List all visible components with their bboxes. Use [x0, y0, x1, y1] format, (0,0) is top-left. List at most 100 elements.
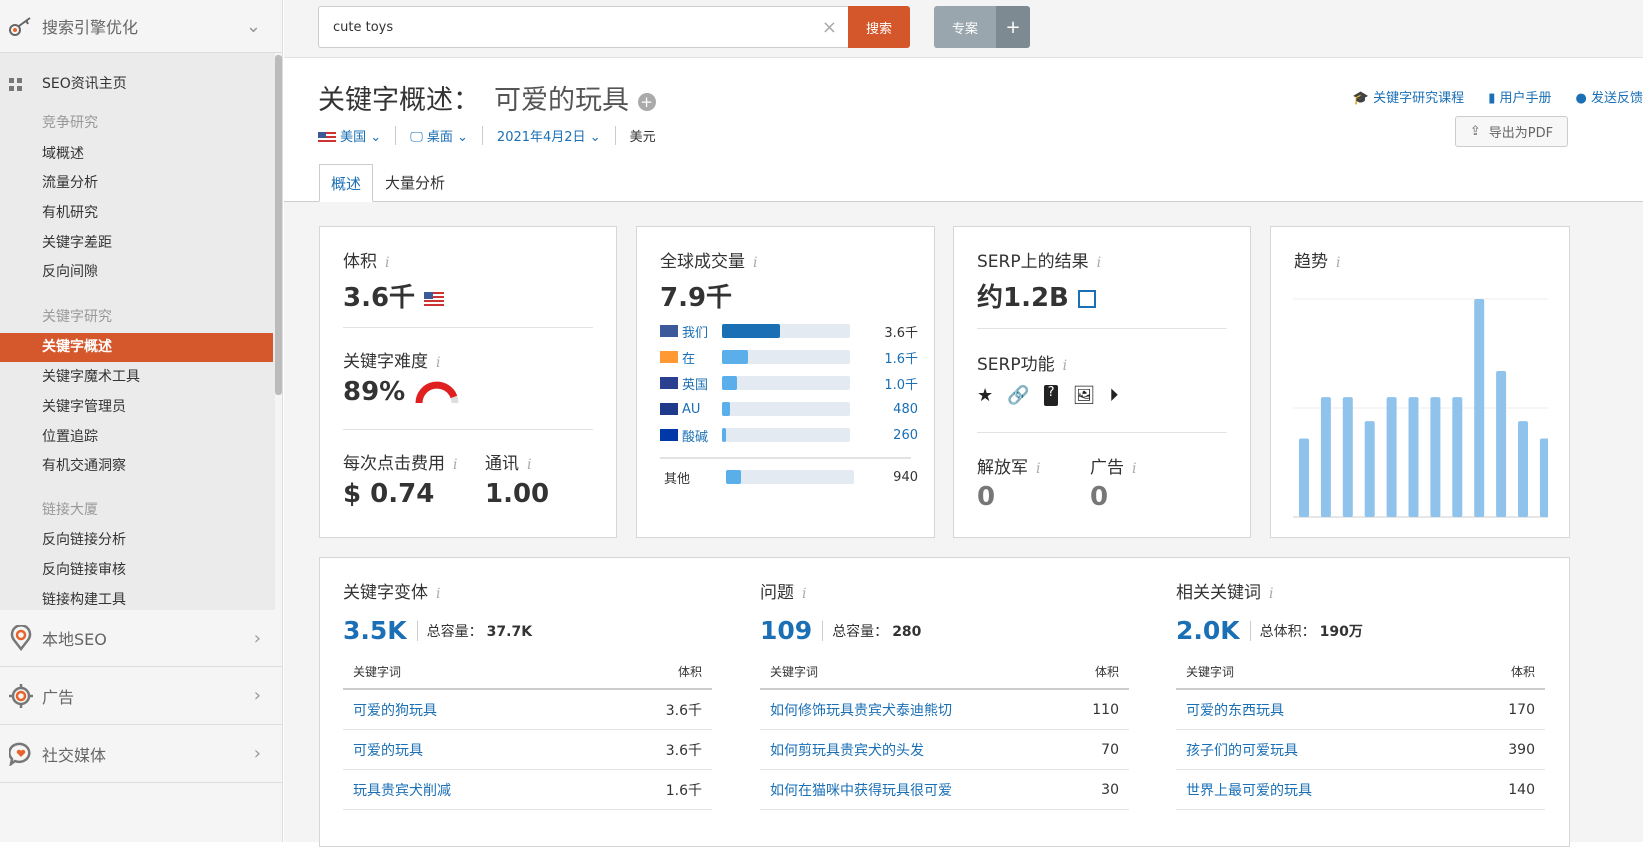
sidebar-item[interactable]: 流量分析	[42, 169, 98, 198]
country-row[interactable]: 在1.6千	[660, 347, 918, 367]
chat-heart-icon	[0, 742, 42, 766]
trend-bar[interactable]	[1518, 421, 1528, 517]
serp-view-icon[interactable]	[1078, 290, 1096, 308]
keyword-link[interactable]: 如何剪玩具贵宾犬的头发	[770, 740, 924, 760]
clear-icon[interactable]: ×	[822, 17, 837, 38]
tab-overview[interactable]: 概述	[319, 164, 373, 202]
sidebar-item-active[interactable]: 关键字概述	[0, 333, 273, 362]
sidebar-item[interactable]: 反向链接分析	[42, 526, 126, 555]
keyword-link[interactable]: 如何修饰玩具贵宾犬泰迪熊切	[770, 700, 952, 720]
trend-bar[interactable]	[1496, 371, 1506, 517]
course-link[interactable]: 🎓 关键字研究课程	[1353, 87, 1464, 106]
count-value[interactable]: 109	[760, 616, 812, 645]
keyword-link[interactable]: 如何在猫咪中获得玩具很可爱	[770, 780, 952, 800]
info-icon[interactable]: i	[1132, 461, 1136, 477]
sidebar-item[interactable]: 关键字管理员	[42, 393, 126, 422]
add-icon[interactable]: +	[638, 93, 656, 111]
sidebar-section-social[interactable]: 社交媒体 ›	[0, 725, 283, 783]
country-name: 英国	[682, 374, 722, 393]
project-button[interactable]: 专案	[934, 6, 996, 48]
link-label: 关键字研究课程	[1373, 91, 1464, 106]
info-icon[interactable]: i	[436, 355, 440, 371]
keyword-link[interactable]: 可爱的东西玩具	[1186, 700, 1284, 720]
keyword-link[interactable]: 世界上最可爱的玩具	[1186, 780, 1312, 800]
country-flag-icon	[660, 429, 678, 441]
search-value: cute toys	[333, 20, 393, 35]
sidebar-item-seo-home[interactable]: SEO资讯主页	[42, 70, 127, 99]
sidebar-section-label: 广告	[42, 684, 74, 708]
global-label: 全球成交量	[660, 252, 745, 272]
trend-bar[interactable]	[1299, 439, 1309, 517]
link-label: 发送反馈	[1591, 91, 1643, 106]
trend-bar[interactable]	[1540, 439, 1548, 517]
sidebar-section-seo[interactable]: 搜索引擎优化 ⌄	[0, 0, 283, 53]
link-label: 用户手册	[1499, 91, 1551, 106]
country-row[interactable]: AU480	[660, 399, 918, 419]
sidebar-item[interactable]: 有机交通洞察	[42, 452, 126, 481]
info-icon[interactable]: i	[453, 457, 457, 473]
country-name: 我们	[682, 322, 722, 341]
info-icon[interactable]: i	[1036, 461, 1040, 477]
trend-bar[interactable]	[1365, 421, 1375, 517]
info-icon[interactable]: i	[436, 586, 440, 602]
info-icon[interactable]: i	[385, 255, 389, 271]
total-label: 总容量：	[427, 624, 483, 640]
location-pin-icon	[0, 625, 42, 651]
tab-bulk-analysis[interactable]: 大量分析	[374, 164, 456, 202]
info-icon[interactable]: i	[802, 586, 806, 602]
sidebar-item[interactable]: 关键字差距	[42, 229, 112, 258]
sidebar-item[interactable]: 反向间隙	[42, 258, 98, 287]
sidebar-section-local-seo[interactable]: 本地SEO ›	[0, 610, 283, 667]
keyword-link[interactable]: 玩具贵宾犬削减	[353, 780, 451, 800]
count-value[interactable]: 3.5K	[343, 616, 407, 645]
trend-bar[interactable]	[1387, 397, 1397, 517]
column-header: 关键字词	[770, 663, 818, 680]
sidebar-item[interactable]: 域概述	[42, 140, 84, 169]
divider	[977, 432, 1227, 433]
trend-bar[interactable]	[1343, 397, 1353, 517]
country-row[interactable]: 酸碱260	[660, 425, 918, 445]
sidebar-section-ads[interactable]: 广告 ›	[0, 667, 283, 725]
export-pdf-button[interactable]: ⇪导出为PDF	[1455, 116, 1568, 147]
trend-bar[interactable]	[1430, 397, 1440, 517]
info-icon[interactable]: i	[1269, 586, 1273, 602]
keyword-link[interactable]: 可爱的玩具	[353, 740, 423, 760]
device-dropdown[interactable]: 🖵 桌面 ⌄	[396, 126, 483, 145]
info-icon[interactable]: i	[753, 255, 757, 271]
info-icon[interactable]: i	[1063, 358, 1067, 374]
competition-value: 1.00	[485, 479, 549, 509]
page-title: 关键字概述：可爱的玩具 +	[318, 78, 656, 117]
feedback-link[interactable]: ● 发送反馈	[1576, 87, 1643, 106]
table-row: 可爱的玩具3.6千	[343, 730, 712, 770]
sidebar-item[interactable]: 关键字魔术工具	[42, 363, 140, 392]
sidebar-item[interactable]: 位置追踪	[42, 423, 98, 452]
volume-cell: 140	[1508, 782, 1535, 798]
currency-label: 美元	[616, 126, 656, 145]
trend-bar[interactable]	[1452, 397, 1462, 517]
global-value: 7.9千	[660, 277, 732, 314]
date-dropdown[interactable]: 2021年4月2日 ⌄	[483, 126, 616, 145]
search-button[interactable]: 搜索	[848, 6, 910, 48]
country-dropdown[interactable]: 美国 ⌄	[318, 126, 396, 145]
add-project-button[interactable]: +	[996, 6, 1030, 48]
sidebar-item[interactable]: 反向链接审核	[42, 556, 126, 585]
info-icon[interactable]: i	[1336, 255, 1340, 271]
info-icon[interactable]: i	[527, 457, 531, 473]
keyword-link[interactable]: 可爱的狗玩具	[353, 700, 437, 720]
trend-bar[interactable]	[1409, 397, 1419, 517]
search-input[interactable]: cute toys ×	[318, 6, 849, 48]
country-value: 260	[893, 428, 918, 443]
sidebar-scrollbar[interactable]	[275, 55, 282, 395]
info-icon[interactable]: i	[1097, 255, 1101, 271]
country-row[interactable]: 我们3.6千	[660, 321, 918, 341]
trend-bar[interactable]	[1321, 397, 1331, 517]
country-row[interactable]: 英国1.0千	[660, 373, 918, 393]
sidebar-item[interactable]: 有机研究	[42, 199, 98, 228]
trend-bar[interactable]	[1474, 299, 1484, 517]
count-value[interactable]: 2.0K	[1176, 616, 1240, 645]
sidebar-heading: 竞争研究	[42, 109, 98, 138]
divider	[660, 457, 911, 459]
keyword-link[interactable]: 孩子们的可爱玩具	[1186, 740, 1298, 760]
manual-link[interactable]: ▮ 用户手册	[1488, 87, 1551, 106]
country-bar-fill	[726, 470, 741, 484]
